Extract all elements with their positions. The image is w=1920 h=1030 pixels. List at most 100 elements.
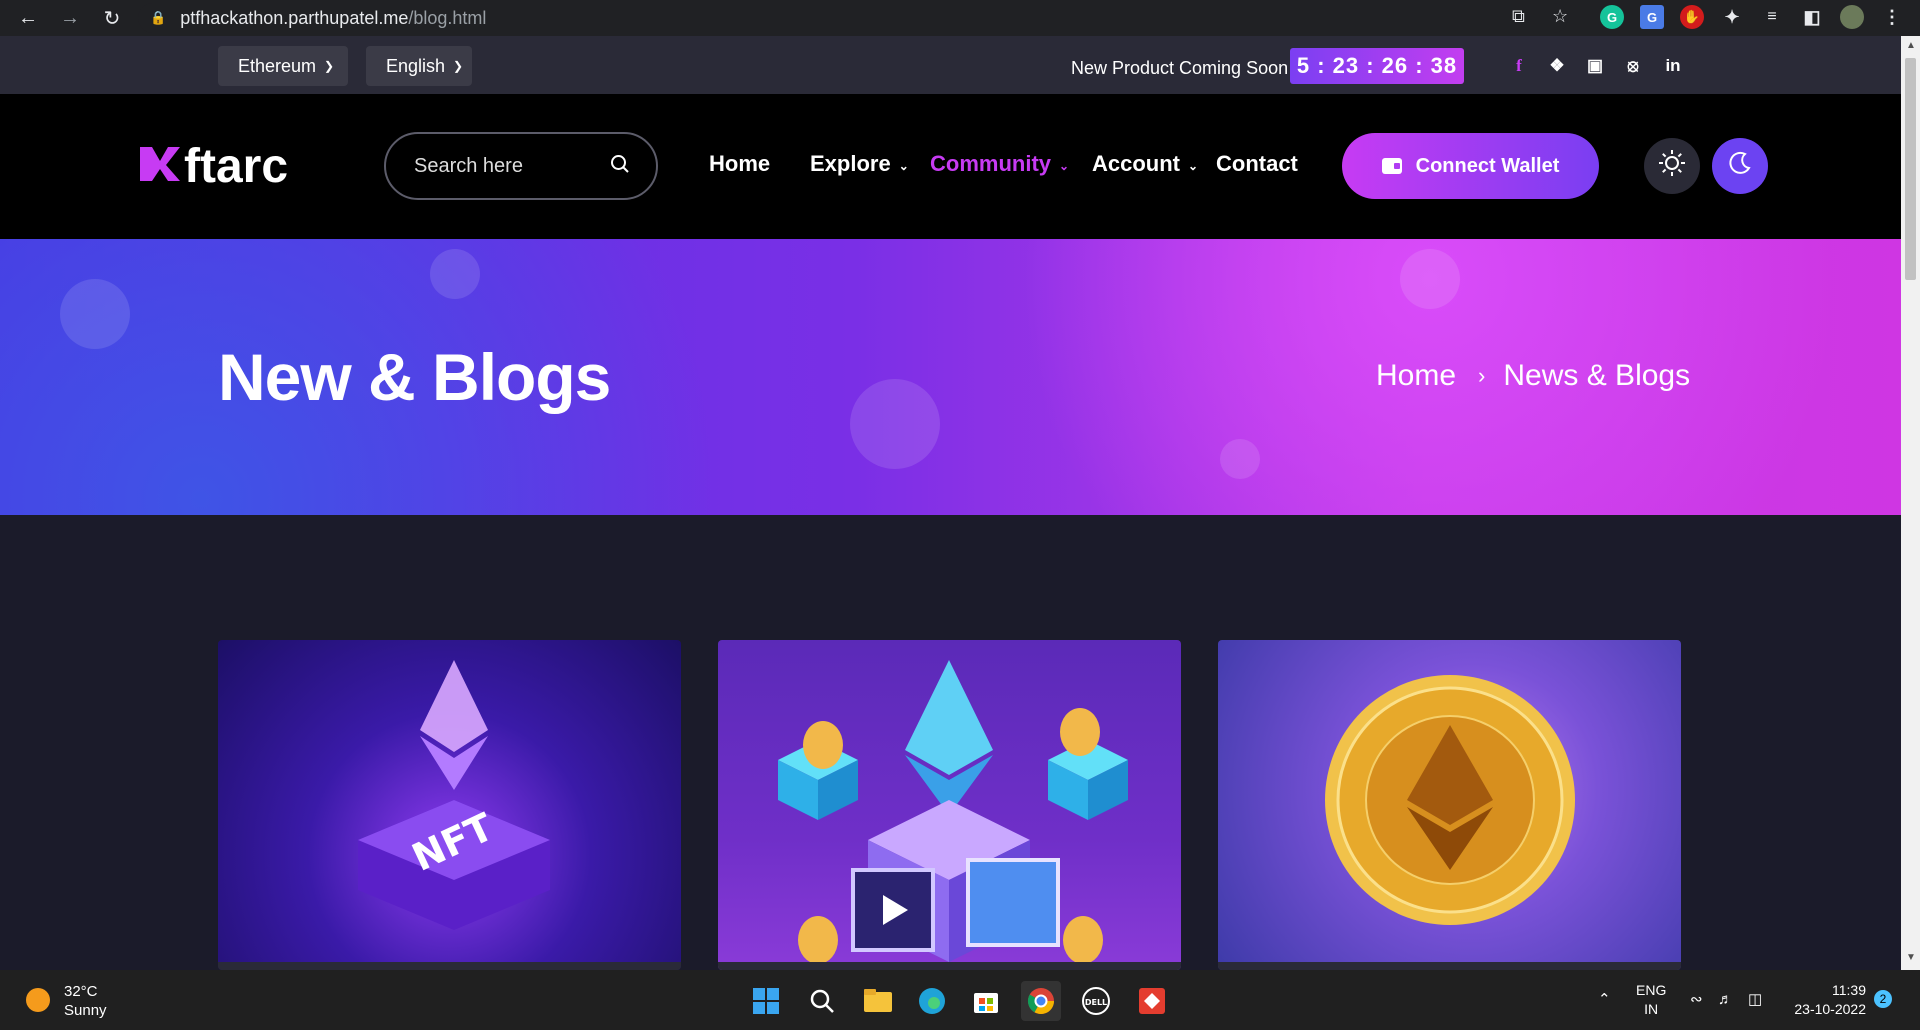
dark-mode-button[interactable] (1712, 138, 1768, 194)
svg-text:DELL: DELL (1085, 998, 1107, 1007)
bokeh-decoration (1220, 439, 1260, 479)
clock-date: 23-10-2022 (1794, 1001, 1866, 1017)
chevron-down-icon: ❯ (324, 59, 335, 73)
back-icon[interactable]: ← (16, 6, 40, 30)
page-banner: New & Blogs Home › News & Blogs (0, 239, 1901, 515)
nav-community[interactable]: Community ⌄ (930, 151, 1069, 177)
search-box (384, 132, 658, 200)
logo-mark-icon (138, 137, 182, 195)
clock-time: 11:39 (1832, 982, 1866, 998)
instagram-icon[interactable]: ▣ (1582, 53, 1608, 79)
card-footer-strip (718, 962, 1181, 970)
search-icon[interactable] (610, 154, 630, 179)
adblock-extension-icon[interactable]: ✋ (1680, 5, 1704, 29)
blog-card[interactable] (718, 640, 1181, 970)
browser-menu-icon[interactable]: ⋮ (1880, 5, 1904, 29)
nav-home[interactable]: Home (709, 151, 770, 177)
profile-avatar[interactable] (1840, 5, 1864, 29)
wallet-icon (1381, 158, 1402, 174)
url-path: /blog.html (408, 7, 487, 28)
scroll-up-icon[interactable]: ▲ (1906, 40, 1916, 51)
file-explorer-icon[interactable] (858, 981, 898, 1021)
reading-list-icon[interactable]: ≡ (1760, 5, 1784, 29)
card-footer-strip (218, 962, 681, 970)
nav-explore[interactable]: Explore ⌄ (810, 151, 909, 177)
side-panel-icon[interactable]: ◧ (1800, 5, 1824, 29)
gold-ethereum-coin-image (1325, 675, 1575, 925)
nav-account[interactable]: Account ⌄ (1092, 151, 1198, 177)
site-logo[interactable]: ftarc (138, 137, 288, 195)
anydesk-icon[interactable] (1132, 981, 1172, 1021)
nav-contact-label: Contact (1216, 151, 1298, 176)
breadcrumb: Home › News & Blogs (1376, 359, 1690, 393)
weather-temp: 32°C (64, 983, 98, 1000)
chevron-down-icon: ⌄ (1188, 159, 1199, 173)
nav-explore-label: Explore (810, 151, 891, 176)
twitter-icon[interactable]: ❖ (1544, 53, 1570, 79)
reload-icon[interactable]: ↻ (100, 6, 124, 30)
blog-card[interactable]: NFT (218, 640, 681, 970)
volume-icon[interactable]: ♬ (1718, 990, 1733, 1009)
blog-card[interactable] (1218, 640, 1681, 970)
bokeh-decoration (430, 249, 480, 299)
input-language: ENG (1636, 982, 1667, 998)
bookmark-star-icon[interactable]: ☆ (1552, 6, 1568, 27)
connect-wallet-button[interactable]: Connect Wallet (1342, 133, 1599, 199)
grammarly-extension-icon[interactable]: G (1600, 5, 1624, 29)
chevron-down-icon: ⌄ (1059, 159, 1070, 173)
browser-toolbar: ← → ↻ 🔒 ptfhackathon.parthupatel.me/blog… (0, 0, 1920, 36)
microsoft-store-icon[interactable] (966, 981, 1006, 1021)
nav-community-label: Community (930, 151, 1051, 176)
breadcrumb-current: News & Blogs (1503, 359, 1691, 392)
battery-icon[interactable]: ◫ (1748, 990, 1762, 1009)
linkedin-icon[interactable]: in (1660, 53, 1686, 79)
weather-sun-icon[interactable] (26, 988, 50, 1012)
scroll-down-icon[interactable]: ▼ (1906, 952, 1916, 963)
address-bar[interactable]: 🔒 ptfhackathon.parthupatel.me/blog.html (138, 3, 1568, 33)
weather-desc: Sunny (64, 1002, 107, 1019)
logo-text: ftarc (184, 139, 289, 193)
tray-chevron-up-icon[interactable]: ⌃ (1598, 990, 1611, 1009)
light-mode-button[interactable] (1644, 138, 1700, 194)
nav-account-label: Account (1092, 151, 1180, 176)
input-region: IN (1644, 1001, 1659, 1017)
chevron-down-icon: ❯ (453, 59, 464, 73)
language-label: English (386, 55, 446, 76)
breadcrumb-home[interactable]: Home (1376, 359, 1456, 393)
top-bar: Ethereum ❯ English ❯ New Product Coming … (0, 36, 1901, 94)
forward-icon[interactable]: → (58, 6, 82, 30)
connect-wallet-label: Connect Wallet (1415, 154, 1560, 177)
facebook-icon[interactable]: f (1506, 53, 1532, 79)
nav-contact[interactable]: Contact (1216, 151, 1298, 177)
moon-icon (1727, 150, 1753, 183)
translate-extension-icon[interactable]: G (1640, 5, 1664, 29)
bokeh-decoration (1400, 249, 1460, 309)
dell-icon[interactable]: DELL (1076, 981, 1116, 1021)
chrome-taskbar-icon[interactable] (1021, 981, 1061, 1021)
card-footer-strip (1218, 962, 1681, 970)
chevron-right-icon: › (1478, 363, 1486, 388)
url-host: ptfhackathon.parthupatel.me (180, 7, 409, 28)
language-dropdown[interactable]: English ❯ (366, 46, 472, 86)
announcement-text: New Product Coming Soon (1071, 58, 1289, 78)
bokeh-decoration (850, 379, 940, 469)
page-title: New & Blogs (218, 340, 611, 414)
currency-label: Ethereum (238, 55, 317, 76)
dribbble-icon[interactable]: ⦻ (1620, 53, 1646, 79)
edge-browser-icon[interactable] (912, 981, 952, 1021)
extensions-puzzle-icon[interactable]: ✦ (1720, 5, 1744, 29)
countdown-timer: 5 : 23 : 26 : 38 (1290, 48, 1464, 84)
wifi-icon[interactable]: ∾ (1690, 990, 1703, 1009)
notification-badge[interactable]: 2 (1874, 990, 1892, 1008)
nav-home-label: Home (709, 151, 771, 176)
search-input[interactable] (412, 153, 602, 179)
start-windows-icon[interactable] (746, 981, 786, 1021)
share-icon[interactable]: ⧉ (1512, 6, 1525, 27)
currency-dropdown[interactable]: Ethereum ❯ (218, 46, 348, 86)
site-header: ftarc Home Explore ⌄ Community ⌄ Account… (0, 94, 1901, 239)
scrollbar-thumb[interactable] (1905, 58, 1916, 280)
page-scrollbar[interactable]: ▲ ▼ (1901, 36, 1920, 970)
lock-icon: 🔒 (150, 10, 167, 25)
bokeh-decoration (60, 279, 130, 349)
search-icon[interactable] (802, 981, 842, 1021)
